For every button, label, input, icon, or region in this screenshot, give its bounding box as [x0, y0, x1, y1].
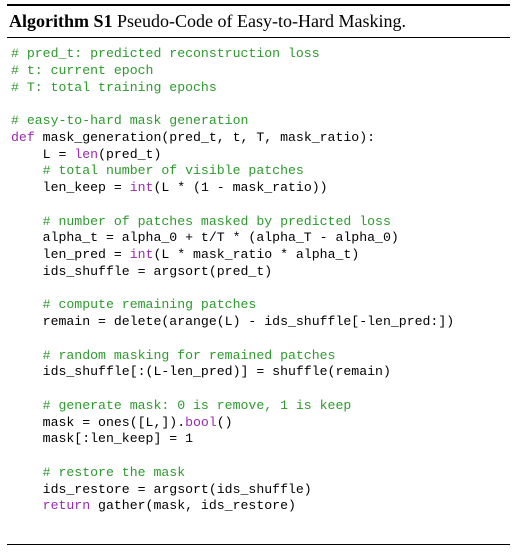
code-keyword: len	[74, 146, 99, 162]
code-line: # t: current epoch	[11, 63, 510, 80]
code-comment: # t: current epoch	[11, 62, 154, 78]
code-text: remain = delete(arange(L) - ids_shuffle[…	[11, 314, 455, 329]
code-line: # compute remaining patches	[11, 297, 510, 314]
code-text: (pred_t)	[98, 146, 162, 162]
code-line: mask = ones([L,]).bool()	[11, 415, 510, 432]
code-comment: # generate mask: 0 is remove, 1 is keep	[42, 397, 352, 413]
code-comment: # number of patches masked by predicted …	[42, 213, 391, 229]
code-comment: # total number of visible patches	[42, 163, 304, 179]
code-text: L =	[11, 146, 75, 162]
code-text: (L * mask_ratio * alpha_t)	[153, 247, 360, 262]
code-keyword: def	[11, 129, 35, 145]
code-keyword: int	[129, 180, 154, 195]
top-rule	[7, 4, 510, 6]
code-text: gather(mask, ids_restore)	[90, 498, 296, 514]
algorithm-caption: Algorithm S1 Pseudo-Code of Easy-to-Hard…	[7, 10, 510, 32]
code-comment: # pred_t: predicted reconstruction loss	[11, 46, 320, 61]
code-line: mask[:len_keep] = 1	[11, 431, 510, 448]
algorithm-title: Pseudo-Code of Easy-to-Hard Masking.	[117, 11, 406, 31]
code-line: ids_shuffle = argsort(pred_t)	[11, 264, 510, 281]
code-text: len_keep =	[11, 180, 130, 195]
code-keyword: return	[42, 498, 91, 514]
code-text: mask[:len_keep] = 1	[11, 431, 194, 447]
bottom-rule	[7, 544, 510, 545]
code-comment: # T: total training epochs	[11, 79, 217, 95]
code-keyword: int	[129, 247, 154, 262]
code-line: # random masking for remained patches	[11, 348, 510, 365]
code-line: # easy-to-hard mask generation	[11, 113, 510, 130]
algorithm-label: Algorithm S1	[9, 11, 113, 31]
code-line: # generate mask: 0 is remove, 1 is keep	[11, 398, 510, 415]
code-text: (L * (1 - mask_ratio))	[153, 180, 328, 195]
algorithm-block: Algorithm S1 Pseudo-Code of Easy-to-Hard…	[7, 4, 510, 515]
code-comment: # random masking for remained patches	[42, 347, 336, 363]
code-text: mask = ones([L,]).	[11, 414, 186, 430]
code-text: alpha_t = alpha_0 + t/T * (alpha_T - alp…	[11, 230, 399, 246]
code-comment: # easy-to-hard mask generation	[11, 113, 249, 128]
code-line: ids_restore = argsort(ids_shuffle)	[11, 482, 510, 499]
code-line: def mask_generation(pred_t, t, T, mask_r…	[11, 130, 510, 147]
code-comment: # compute remaining patches	[42, 297, 257, 313]
code-text: mask_generation(pred_t, t, T, mask_ratio…	[34, 129, 376, 145]
code-text: ()	[216, 414, 233, 430]
code-line: len_pred = int(L * mask_ratio * alpha_t)	[11, 247, 510, 264]
code-line: len_keep = int(L * (1 - mask_ratio))	[11, 180, 510, 197]
code-keyword: bool	[185, 414, 217, 430]
code-text: ids_shuffle = argsort(pred_t)	[11, 263, 273, 279]
code-text: ids_restore = argsort(ids_shuffle)	[11, 481, 312, 497]
code-line: # T: total training epochs	[11, 80, 510, 97]
code-line: # restore the mask	[11, 465, 510, 482]
code-line: # pred_t: predicted reconstruction loss	[11, 46, 510, 63]
code-line: alpha_t = alpha_0 + t/T * (alpha_T - alp…	[11, 230, 510, 247]
code-line: # total number of visible patches	[11, 163, 510, 180]
code-line: L = len(pred_t)	[11, 147, 510, 164]
code-listing: # pred_t: predicted reconstruction loss #…	[7, 46, 510, 515]
code-text: ids_shuffle[:(L-len_pred)] = shuffle(rem…	[11, 364, 391, 380]
code-line: remain = delete(arange(L) - ids_shuffle[…	[11, 314, 510, 331]
code-line: # number of patches masked by predicted …	[11, 214, 510, 231]
code-line: ids_shuffle[:(L-len_pred)] = shuffle(rem…	[11, 364, 510, 381]
code-line: return gather(mask, ids_restore)	[11, 498, 510, 515]
caption-rule	[7, 37, 510, 38]
code-comment: # restore the mask	[42, 464, 186, 480]
code-text: len_pred =	[11, 247, 130, 262]
